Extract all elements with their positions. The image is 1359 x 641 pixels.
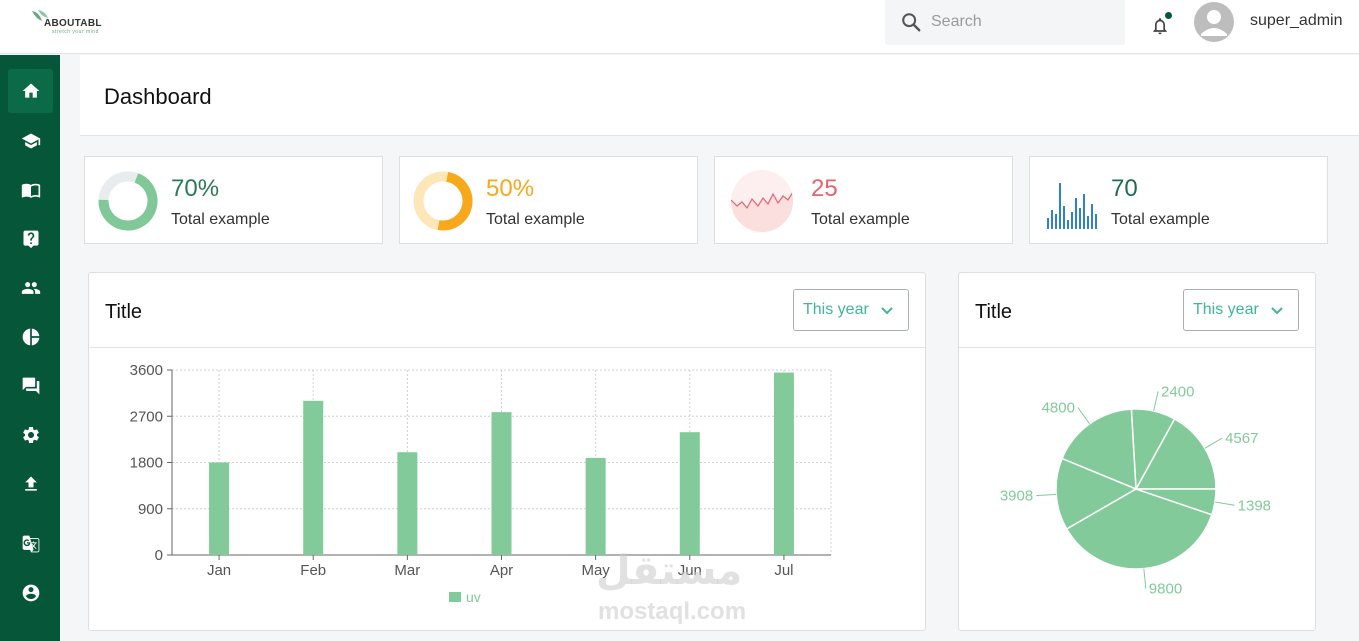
bar[interactable] (303, 400, 324, 555)
stat-label: Total example (811, 211, 910, 228)
upload-icon (24, 476, 37, 491)
pie-label-line (1036, 493, 1057, 497)
x-tick-label: Apr (490, 562, 513, 579)
pie-chart-panel: Title This year 4567 2400 4800 3908 9800 1398 (958, 272, 1316, 631)
stat-value: 70% (171, 175, 220, 202)
page-header: Dashboard (80, 55, 1359, 136)
sidebar-item-home[interactable] (8, 69, 53, 113)
x-tick-label: Jul (774, 562, 793, 579)
legend-label: uv (466, 589, 481, 605)
chat-icon (22, 377, 39, 395)
panel-title: Title (105, 301, 143, 323)
stat-value: 25 (811, 175, 838, 202)
graduation-cap-icon (21, 133, 40, 149)
search-input[interactable] (931, 6, 1111, 38)
search-icon[interactable] (900, 11, 922, 33)
sidebar-item-library[interactable] (8, 168, 53, 212)
pie-slice-label: 1398 (1238, 497, 1271, 514)
stat-card-2: 50% Total example (399, 156, 698, 244)
bar-chart: 0 900 1800 2700 3600 Jan Feb Mar Apr May Jun Jul uv (130, 362, 832, 605)
translate-icon (22, 535, 39, 553)
brand-name: ABOUTABL (44, 18, 102, 29)
sidebar-item-account[interactable] (8, 571, 53, 615)
pie-label-line (1204, 437, 1223, 449)
x-tick-label: Jan (207, 562, 231, 579)
stat-value: 70 (1111, 175, 1138, 202)
pie-chart: 4567 2400 4800 3908 9800 1398 (1000, 383, 1271, 598)
bar[interactable] (679, 432, 700, 555)
page-title: Dashboard (104, 84, 212, 109)
stat-label: Total example (486, 211, 585, 228)
pie-label-line (1153, 391, 1159, 412)
pie-slice-label: 4567 (1225, 430, 1258, 447)
sidebar-item-messages[interactable] (8, 364, 53, 408)
chevron-down-icon (881, 307, 893, 315)
x-tick-label: Jun (678, 562, 702, 579)
stat-card-3: 25 Total example (714, 156, 1013, 244)
period-select[interactable]: This year (1183, 289, 1299, 331)
question-icon (23, 230, 38, 249)
top-bar: ABOUTABL stretch your mind super_admin (0, 0, 1359, 54)
sidebar-item-settings[interactable] (8, 413, 53, 457)
sidebar-item-questions[interactable] (8, 217, 53, 261)
search-box[interactable] (885, 0, 1125, 45)
chevron-down-icon (1271, 307, 1283, 315)
y-tick-label: 0 (155, 547, 163, 564)
x-tick-label: Mar (394, 562, 420, 579)
y-tick-label: 3600 (130, 362, 163, 379)
y-tick-label: 900 (138, 501, 163, 518)
brand-logo[interactable]: ABOUTABL stretch your mind (30, 9, 120, 39)
bar[interactable] (209, 462, 230, 556)
pie-slice-label: 3908 (1000, 488, 1033, 505)
pie-slice-label: 4800 (1042, 400, 1075, 417)
home-icon (22, 83, 39, 98)
stat-card-1: 70% Total example (84, 156, 383, 244)
brand-tagline: stretch your mind (52, 29, 99, 35)
bar[interactable] (397, 452, 418, 555)
pie-chart-icon (22, 328, 39, 346)
sidebar-item-language[interactable] (8, 522, 53, 566)
stat-label: Total example (171, 211, 270, 228)
bar[interactable] (773, 372, 794, 555)
x-tick-label: May (581, 562, 610, 579)
account-icon (22, 584, 39, 602)
sidebar (0, 55, 60, 641)
bar[interactable] (491, 412, 512, 555)
panel-title: Title (975, 301, 1013, 323)
stat-card-4: 70 Total example (1029, 156, 1328, 244)
username[interactable]: super_admin (1250, 12, 1343, 30)
bar-chart-panel: Title This year 0 900 1800 2700 3600 Jan Feb Ma… (88, 272, 926, 631)
period-select[interactable]: This year (793, 289, 909, 331)
pie-label-line (1143, 568, 1147, 589)
sparkline-icon (731, 170, 793, 232)
sidebar-item-upload[interactable] (8, 462, 53, 506)
pie-slice-label: 9800 (1149, 581, 1182, 598)
bar[interactable] (585, 457, 606, 555)
y-tick-label: 1800 (130, 455, 163, 472)
period-select-value: This year (1193, 301, 1259, 318)
mini-bar-chart-icon (1047, 183, 1097, 229)
legend-swatch (449, 592, 461, 602)
x-tick-label: Feb (300, 562, 326, 579)
progress-donut-icon (413, 171, 473, 231)
sidebar-item-users[interactable] (8, 266, 53, 310)
y-tick-label: 2700 (130, 408, 163, 425)
book-icon (21, 183, 40, 198)
user-avatar-icon (1201, 10, 1227, 36)
users-icon (21, 282, 40, 294)
notification-dot (1165, 12, 1172, 19)
period-select-value: This year (803, 301, 869, 318)
notifications-button[interactable] (1150, 12, 1172, 37)
sidebar-item-courses[interactable] (8, 119, 53, 163)
pie-label-line (1077, 407, 1090, 425)
stat-label: Total example (1111, 211, 1210, 228)
pie-label-line (1214, 501, 1235, 506)
avatar[interactable] (1194, 2, 1234, 42)
sidebar-item-reports[interactable] (8, 315, 53, 359)
pie-slice-label: 2400 (1161, 383, 1194, 400)
settings-icon (22, 427, 39, 443)
progress-donut-icon (98, 171, 158, 231)
stat-value: 50% (486, 175, 535, 202)
